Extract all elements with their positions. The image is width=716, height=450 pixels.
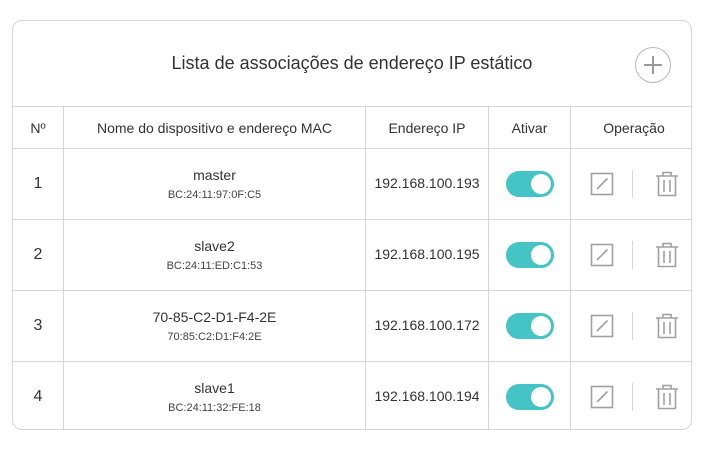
edit-button[interactable]	[588, 383, 616, 411]
edit-button[interactable]	[588, 170, 616, 198]
add-binding-button[interactable]	[635, 47, 671, 83]
column-header-ip: Endereço IP	[365, 107, 489, 149]
toggle-knob	[530, 245, 551, 265]
toggle-knob	[530, 174, 551, 194]
enable-toggle[interactable]	[505, 242, 554, 268]
row-number: 2	[33, 246, 43, 263]
device-name: slave1	[194, 379, 235, 396]
table-row: 1 master BC:24:11:97:0F:C5 192.168.100.1…	[13, 148, 691, 220]
operation-buttons	[571, 312, 691, 340]
enable-cell	[488, 148, 571, 220]
table-row: 2 slave2 BC:24:11:ED:C1:53 192.168.100.1…	[13, 219, 691, 291]
bindings-table: Nº Nome do dispositivo e endereço MAC En…	[13, 107, 692, 430]
table-row: 3 70-85-C2-D1-F4-2E 70:85:C2:D1:F4:2E 19…	[13, 290, 691, 362]
device-mac: BC:24:11:97:0F:C5	[167, 189, 262, 201]
delete-button[interactable]	[653, 312, 681, 340]
page-title: Lista de associações de endereço IP está…	[171, 53, 533, 73]
row-number-cell: 4	[13, 361, 64, 429]
device-mac: 70:85:C2:D1:F4:2E	[167, 331, 262, 343]
edit-icon	[590, 172, 613, 196]
enable-cell	[488, 219, 571, 291]
device-cell: master BC:24:11:97:0F:C5	[63, 148, 366, 220]
device-name: 70-85-C2-D1-F4-2E	[152, 309, 277, 325]
operation-divider	[631, 382, 633, 411]
ip-address: 192.168.100.194	[374, 387, 480, 404]
trash-icon	[655, 384, 678, 409]
edit-button[interactable]	[588, 241, 616, 269]
device-name: slave2	[194, 238, 235, 254]
edit-icon	[590, 314, 613, 338]
operation-cell	[570, 219, 691, 291]
column-header-name: Nome do dispositivo e endereço MAC	[63, 107, 366, 149]
enable-cell	[488, 361, 571, 429]
toggle-knob	[530, 386, 551, 407]
static-ip-card: Lista de associações de endereço IP está…	[12, 20, 692, 430]
table-header-row: Nº Nome do dispositivo e endereço MAC En…	[13, 107, 691, 149]
trash-icon	[655, 313, 678, 339]
trash-icon	[655, 171, 678, 197]
operation-buttons	[571, 241, 691, 269]
column-header-no: Nº	[13, 107, 64, 149]
delete-button[interactable]	[653, 170, 681, 198]
ip-cell: 192.168.100.193	[365, 148, 489, 220]
operation-divider	[631, 170, 633, 198]
row-number-cell: 2	[13, 219, 64, 291]
enable-toggle[interactable]	[505, 171, 554, 197]
column-header-operation: Operação	[570, 107, 691, 149]
operation-divider	[631, 312, 633, 340]
table-row: 4 slave1 BC:24:11:32:FE:18 192.168.100.1…	[13, 361, 692, 430]
operation-cell	[570, 290, 691, 362]
trash-icon	[655, 242, 678, 268]
delete-button[interactable]	[653, 241, 681, 269]
device-cell: slave1 BC:24:11:32:FE:18	[63, 361, 366, 429]
row-number: 4	[33, 387, 43, 405]
device-mac: BC:24:11:32:FE:18	[168, 401, 261, 414]
device-mac: BC:24:11:ED:C1:53	[166, 260, 263, 272]
edit-icon	[590, 385, 613, 408]
ip-address: 192.168.100.172	[374, 317, 480, 333]
operation-cell	[570, 148, 691, 220]
row-number: 1	[33, 175, 43, 192]
enable-toggle[interactable]	[505, 313, 554, 339]
toggle-knob	[530, 316, 551, 336]
device-cell: 70-85-C2-D1-F4-2E 70:85:C2:D1:F4:2E	[63, 290, 366, 362]
column-header-enable: Ativar	[488, 107, 571, 149]
delete-button[interactable]	[653, 383, 681, 411]
operation-buttons	[571, 170, 691, 198]
ip-cell: 192.168.100.195	[365, 219, 489, 291]
row-number-cell: 3	[13, 290, 64, 362]
ip-cell: 192.168.100.194	[365, 361, 489, 429]
ip-address: 192.168.100.193	[374, 175, 480, 191]
ip-address: 192.168.100.195	[374, 246, 480, 262]
edit-button[interactable]	[588, 312, 616, 340]
enable-toggle[interactable]	[505, 383, 554, 410]
device-cell: slave2 BC:24:11:ED:C1:53	[63, 219, 366, 291]
row-number: 3	[33, 317, 43, 334]
row-number-cell: 1	[13, 148, 64, 220]
ip-cell: 192.168.100.172	[365, 290, 489, 362]
operation-divider	[631, 241, 633, 269]
operation-buttons	[571, 382, 691, 411]
device-name: master	[193, 167, 236, 183]
enable-cell	[488, 290, 571, 362]
operation-cell	[571, 362, 692, 430]
card-header: Lista de associações de endereço IP está…	[13, 21, 691, 107]
plus-icon	[644, 56, 662, 74]
edit-icon	[590, 243, 613, 267]
